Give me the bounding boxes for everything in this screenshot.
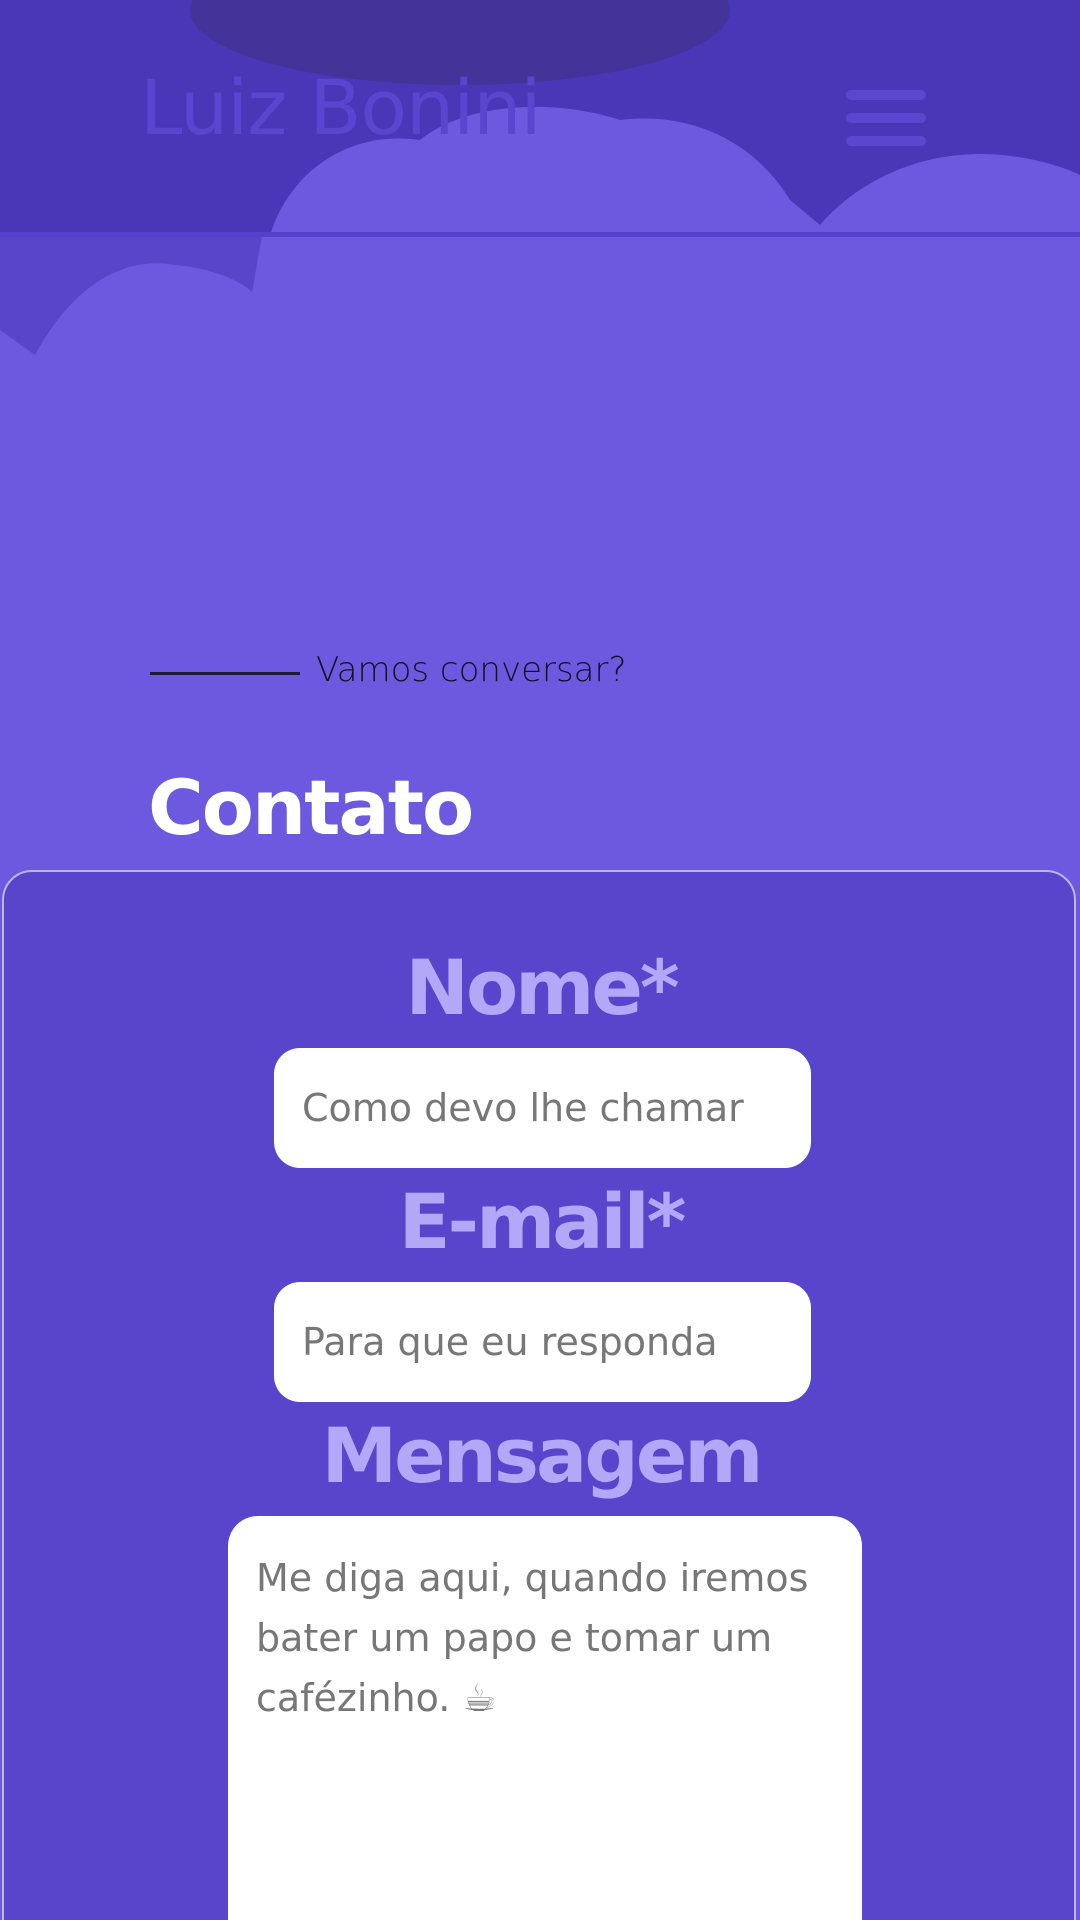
name-input[interactable] <box>274 1048 811 1168</box>
menu-bar <box>846 113 926 123</box>
message-textarea[interactable] <box>228 1516 862 1920</box>
hamburger-menu-icon[interactable] <box>846 90 926 146</box>
section-eyebrow: Vamos conversar? <box>150 645 627 695</box>
message-label: Mensagem <box>321 1411 764 1500</box>
contact-page: Luiz Bonini Vamos conversar? Contato Nom… <box>0 0 1080 1920</box>
section-title: Contato <box>148 763 474 852</box>
eyebrow-text: Vamos conversar? <box>316 650 627 690</box>
email-label: E-mail* <box>398 1177 687 1266</box>
header-divider <box>0 232 1080 237</box>
eyebrow-line <box>150 671 300 675</box>
email-input[interactable] <box>274 1282 811 1402</box>
brand-logo-text[interactable]: Luiz Bonini <box>140 70 542 146</box>
menu-bar <box>846 136 926 146</box>
site-header: Luiz Bonini <box>0 0 1080 237</box>
name-label: Nome* <box>405 943 679 1032</box>
menu-bar <box>846 90 926 100</box>
contact-form: Nome* E-mail* Mensagem <box>2 870 1076 1920</box>
